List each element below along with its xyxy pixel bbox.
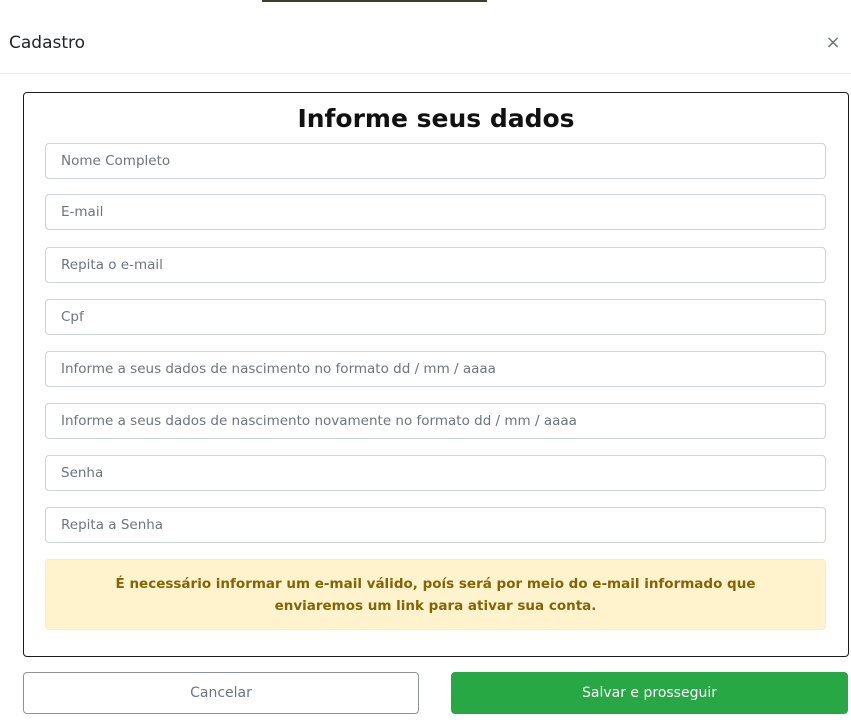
- birthdate-confirm-input[interactable]: [45, 403, 826, 439]
- registration-modal: Cadastro × Informe seus dados É necessár…: [0, 0, 851, 720]
- save-continue-button[interactable]: Salvar e prosseguir: [451, 672, 848, 714]
- modal-header: Cadastro ×: [0, 0, 851, 74]
- registration-form: Informe seus dados É necessário informar…: [23, 92, 849, 657]
- modal-title: Cadastro: [9, 33, 86, 53]
- close-icon: ×: [825, 32, 841, 53]
- form-heading: Informe seus dados: [297, 104, 575, 133]
- email-warning-text: É necessário informar um e-mail válido, …: [115, 575, 756, 614]
- birthdate-input[interactable]: [45, 351, 826, 387]
- full-name-input[interactable]: [45, 143, 826, 179]
- close-button[interactable]: ×: [823, 32, 843, 54]
- email-confirm-input[interactable]: [45, 247, 826, 283]
- cancel-button[interactable]: Cancelar: [23, 672, 419, 714]
- password-input[interactable]: [45, 455, 826, 491]
- password-confirm-input[interactable]: [45, 507, 826, 543]
- cpf-input[interactable]: [45, 299, 826, 335]
- email-warning-alert: É necessário informar um e-mail válido, …: [45, 559, 826, 630]
- email-input[interactable]: [45, 194, 826, 230]
